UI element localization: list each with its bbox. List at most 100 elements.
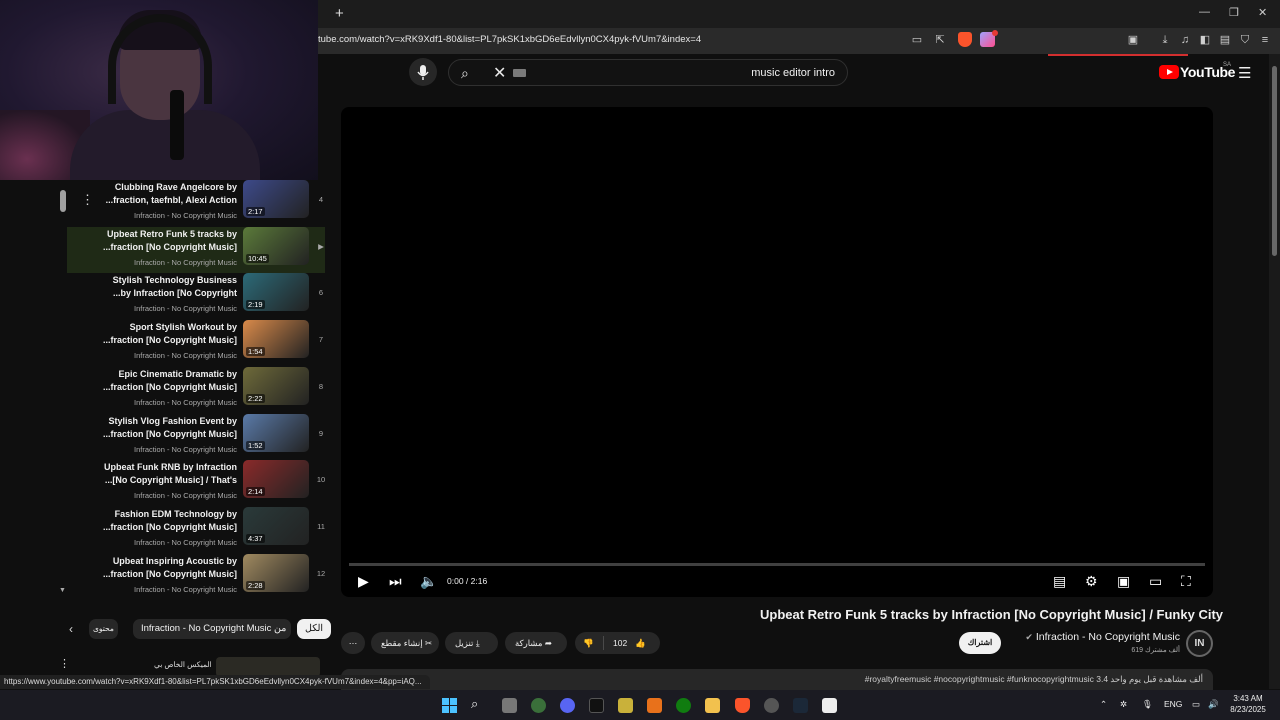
- chrome-icon[interactable]: [531, 698, 546, 713]
- clip-button[interactable]: إنشاء مقطع ✂: [371, 632, 439, 654]
- tray-chevron-icon[interactable]: ⌃: [1100, 699, 1107, 710]
- share-button[interactable]: مشاركة ➦: [505, 632, 567, 654]
- settings-gear-icon[interactable]: ⚙: [1085, 573, 1098, 590]
- playlist-item-channel: Infraction - No Copyright Music: [134, 397, 237, 407]
- cast-icon[interactable]: ▭: [910, 33, 924, 47]
- wallet-icon[interactable]: ▤: [1218, 33, 1232, 47]
- scroll-down-arrow-icon[interactable]: ▼: [59, 587, 66, 594]
- capcut-icon[interactable]: [822, 698, 837, 713]
- url-field[interactable]: tube.com/watch?v=xRK9Xdf1-80&list=PL7pkS…: [318, 34, 701, 45]
- theater-mode-icon[interactable]: ▭: [1149, 573, 1162, 590]
- playlist-item-index: 8: [318, 381, 324, 391]
- playlist-item[interactable]: Sport Stylish Workout by ...fraction [No …: [67, 320, 325, 366]
- hamburger-menu-icon[interactable]: ☰: [1238, 64, 1251, 82]
- volume-icon[interactable]: 🔈: [420, 573, 437, 590]
- youtube-logo[interactable]: YouTube: [1159, 64, 1235, 81]
- playlist-scrollbar[interactable]: [59, 180, 67, 596]
- more-actions-button[interactable]: ⋯: [341, 632, 365, 654]
- video-player[interactable]: ▶ ⏭ 🔈 0:00 / 2:16 ▤ ⚙ ▣ ▭ ⛶: [341, 107, 1213, 597]
- chip-all[interactable]: الكل: [297, 619, 331, 639]
- playlist-item[interactable]: Upbeat Inspiring Acoustic by ...fraction …: [67, 553, 325, 596]
- next-video-row[interactable]: ⋮ الميكس الخاص بي: [59, 655, 325, 677]
- playlist-item-thumbnail[interactable]: 2:14: [243, 460, 309, 499]
- subtitles-icon[interactable]: ▤: [1053, 573, 1066, 590]
- system-clock[interactable]: 3:43 AM 8/23/2025: [1224, 693, 1272, 715]
- close-window-icon[interactable]: ✕: [1258, 6, 1267, 19]
- playlist-item[interactable]: Fashion EDM Technology by ...fraction [No…: [67, 506, 325, 553]
- display-icon[interactable]: ▭: [1192, 699, 1200, 710]
- language-indicator[interactable]: ENG: [1164, 699, 1182, 709]
- fullscreen-icon[interactable]: ⛶: [1181, 573, 1191, 590]
- chip-related[interactable]: محتوى: [89, 619, 118, 639]
- description-box[interactable]: #royaltyfreemusic #nocopyrightmusic #fun…: [341, 669, 1213, 691]
- affinity-icon[interactable]: [647, 698, 662, 713]
- brave-shields-icon[interactable]: [958, 32, 972, 47]
- like-icon[interactable]: 👍: [635, 632, 646, 654]
- restore-icon[interactable]: ❐: [1229, 6, 1239, 19]
- channel-name-row[interactable]: ✔ Infraction - No Copyright Music: [1018, 631, 1180, 643]
- speaker-icon[interactable]: 🔊: [1208, 699, 1219, 710]
- sidebar-icon[interactable]: ◧: [1198, 33, 1212, 47]
- vpn-icon[interactable]: ⛉: [1238, 33, 1252, 47]
- miniplayer-icon[interactable]: ▣: [1117, 573, 1130, 590]
- brave-rewards-icon[interactable]: [980, 30, 998, 47]
- playlist-item[interactable]: Stylish Technology Business ...by Infract…: [67, 273, 325, 319]
- media-icon[interactable]: ♫: [1178, 33, 1192, 47]
- playlist-item[interactable]: Upbeat Funk RNB by Infraction ...[No Copy…: [67, 460, 325, 506]
- clear-search-icon[interactable]: ✕: [493, 63, 506, 83]
- tiktok-icon[interactable]: [589, 698, 604, 713]
- now-playing-icon: ▶: [318, 241, 324, 251]
- playlist-item[interactable]: Epic Cinematic Dramatic by ...fraction [N…: [67, 366, 325, 413]
- search-input[interactable]: music editor intro: [751, 67, 835, 79]
- chevron-left-icon[interactable]: ‹: [69, 622, 73, 636]
- taskbar-search-icon[interactable]: ⌕: [471, 696, 478, 712]
- minimize-icon[interactable]: —: [1199, 6, 1210, 18]
- like-count[interactable]: 102: [613, 632, 627, 654]
- playlist-item[interactable]: Stylish Vlog Fashion Event by ...fraction…: [67, 413, 325, 460]
- search-icon[interactable]: ⌕: [461, 65, 469, 82]
- playlist-item-thumbnail[interactable]: 4:37: [243, 506, 309, 545]
- page-scrollbar[interactable]: [1269, 54, 1280, 689]
- chip-from-channel[interactable]: Infraction - No Copyright Music من: [133, 619, 291, 639]
- downloads-icon[interactable]: ⤓: [1158, 33, 1172, 47]
- share-page-icon[interactable]: ⇱: [933, 33, 947, 47]
- playlist-item-thumbnail[interactable]: 1:54: [243, 320, 309, 359]
- keyboard-icon[interactable]: [513, 69, 526, 77]
- playlist-item-thumbnail[interactable]: 10:45: [243, 226, 309, 265]
- channel-name[interactable]: Infraction - No Copyright Music: [1036, 631, 1180, 643]
- browser-menu-icon[interactable]: ≡: [1258, 33, 1272, 47]
- dislike-icon[interactable]: 👎: [583, 632, 594, 654]
- reader-mode-icon[interactable]: ▣: [1126, 33, 1140, 47]
- task-view-icon[interactable]: [502, 698, 517, 713]
- related-chips: ‹ محتوى Infraction - No Copyright Music …: [59, 617, 331, 641]
- playlist-item-thumbnail[interactable]: 2:22: [243, 366, 309, 405]
- playlist-item-channel: Infraction - No Copyright Music: [134, 351, 237, 361]
- playlist-item[interactable]: Upbeat Retro Funk 5 tracks by ...fraction…: [67, 226, 325, 273]
- playlist-item-thumbnail[interactable]: 2:19: [243, 273, 309, 312]
- file-explorer-icon[interactable]: [705, 698, 720, 713]
- tray-mic-icon[interactable]: 🎙: [1142, 699, 1153, 710]
- steelseries-icon[interactable]: [764, 698, 779, 713]
- download-button[interactable]: تنزيل ⤓: [445, 632, 498, 654]
- more-options-icon[interactable]: ⋮: [59, 657, 70, 670]
- play-icon[interactable]: ▶: [358, 573, 369, 590]
- progress-bar[interactable]: [349, 563, 1205, 566]
- tray-settings-icon[interactable]: ✲: [1120, 699, 1127, 710]
- playlist-item-thumbnail[interactable]: 2:28: [243, 553, 309, 592]
- channel-avatar[interactable]: IN: [1186, 630, 1213, 657]
- brave-taskbar-icon[interactable]: [735, 698, 750, 713]
- discord-icon[interactable]: [560, 698, 575, 713]
- playlist-item-thumbnail[interactable]: 1:52: [243, 413, 309, 452]
- new-tab-button[interactable]: +: [335, 5, 344, 22]
- subscribe-button[interactable]: اشتراك: [959, 632, 1001, 654]
- more-options-icon[interactable]: ⋮: [81, 192, 94, 208]
- search-box[interactable]: ⌕ ✕ music editor intro: [448, 59, 848, 86]
- store-icon[interactable]: [618, 698, 633, 713]
- xbox-icon[interactable]: [676, 698, 691, 713]
- voice-search-button[interactable]: [409, 58, 437, 86]
- playlist-item[interactable]: ⋮ Clubbing Rave Angelcore by ...fraction, …: [67, 180, 325, 226]
- windows-start-icon[interactable]: [442, 698, 457, 713]
- next-icon[interactable]: ⏭: [389, 573, 402, 590]
- playlist-item-thumbnail[interactable]: 2:17: [243, 180, 309, 218]
- steam-icon[interactable]: [793, 698, 808, 713]
